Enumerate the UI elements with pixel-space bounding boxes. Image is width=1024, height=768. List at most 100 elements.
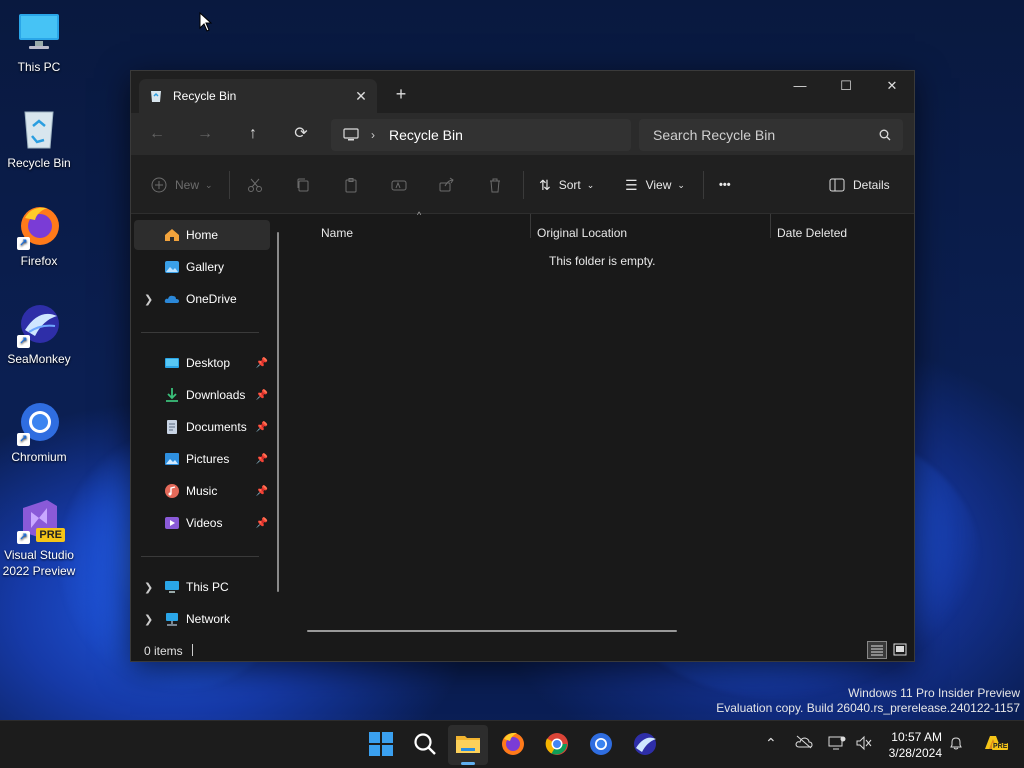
address-bar[interactable]: › Recycle Bin — [331, 119, 631, 151]
pin-icon[interactable]: 📌 — [256, 454, 268, 465]
breadcrumb-chevron-icon[interactable]: › — [371, 128, 375, 142]
sidebar-divider — [141, 556, 259, 557]
close-button[interactable]: ✕ — [869, 71, 915, 101]
notifications-button[interactable] — [948, 735, 964, 754]
desktop-icon-label-line2: 2022 Preview — [2, 564, 76, 578]
search-icon — [879, 129, 891, 141]
pin-icon[interactable]: 📌 — [256, 422, 268, 433]
tab-title: Recycle Bin — [173, 89, 237, 103]
up-button[interactable]: ↑ — [239, 121, 267, 147]
start-button[interactable] — [368, 731, 394, 757]
taskbar: ⌃ 10:57 AM 3/28/2024 PRE — [0, 720, 1024, 768]
gallery-icon — [165, 261, 179, 273]
folder-icon — [456, 736, 480, 753]
explorer-body: Home Gallery ❯ OneDrive Desktop 📌 Downlo… — [131, 210, 916, 644]
copilot-button[interactable]: PRE — [982, 733, 1009, 756]
desktop-icon-firefox[interactable]: ↗ Firefox — [0, 204, 78, 268]
recycle-bin-icon — [151, 91, 161, 102]
item-count: 0 items — [144, 644, 183, 658]
details-pane-button[interactable]: Details — [829, 172, 890, 198]
show-hidden-icons-button[interactable]: ⌃ — [765, 735, 777, 752]
sidebar-item-videos[interactable]: Videos 📌 — [134, 508, 270, 538]
copy-button[interactable] — [295, 172, 311, 198]
sidebar-item-pictures[interactable]: Pictures 📌 — [134, 444, 270, 474]
copy-icon — [297, 178, 309, 192]
view-button[interactable]: ☰ View ⌄ — [625, 172, 685, 198]
taskbar-file-explorer[interactable] — [455, 731, 481, 757]
paste-button[interactable] — [343, 172, 359, 198]
watermark-line2: Evaluation copy. Build 26040.rs_prerelea… — [716, 701, 1020, 715]
new-tab-button[interactable]: + — [389, 83, 413, 107]
rename-icon — [391, 180, 407, 191]
breadcrumb-location[interactable]: Recycle Bin — [389, 127, 463, 143]
details-view-button[interactable] — [867, 641, 887, 659]
desktop-icon-label: This PC — [17, 60, 61, 74]
column-divider[interactable] — [530, 214, 531, 238]
maximize-button[interactable]: ☐ — [823, 71, 869, 101]
shortcut-arrow-icon: ↗ — [17, 433, 30, 446]
sidebar-divider — [141, 332, 259, 333]
network-tray-icon[interactable] — [828, 735, 846, 754]
tab-close-button[interactable]: ✕ — [351, 88, 371, 105]
new-button[interactable]: New ⌄ — [151, 172, 213, 198]
search-input[interactable]: Search Recycle Bin — [639, 119, 903, 151]
cut-button[interactable] — [247, 172, 263, 198]
back-button[interactable]: ← — [143, 121, 171, 147]
pin-icon[interactable]: 📌 — [256, 390, 268, 401]
column-divider[interactable] — [770, 214, 771, 238]
more-options-button[interactable]: ••• — [719, 172, 731, 198]
search-button[interactable] — [412, 731, 438, 757]
status-bar: 0 items — [131, 641, 916, 663]
taskbar-firefox[interactable] — [500, 731, 526, 757]
desktop-icon-seamonkey[interactable]: ↗ SeaMonkey — [0, 302, 78, 366]
sidebar-item-music[interactable]: Music 📌 — [134, 476, 270, 506]
navigation-pane: Home Gallery ❯ OneDrive Desktop 📌 Downlo… — [131, 214, 281, 644]
sort-button[interactable]: ⇅ Sort ⌄ — [539, 172, 594, 198]
share-button[interactable] — [439, 172, 455, 198]
pin-icon[interactable]: 📌 — [256, 358, 268, 369]
desktop-icon-chromium[interactable]: ↗ Chromium — [0, 400, 78, 464]
refresh-button[interactable]: ⟳ — [287, 121, 315, 147]
sidebar-item-onedrive[interactable]: ❯ OneDrive — [134, 284, 270, 314]
shortcut-arrow-icon: ↗ — [17, 531, 30, 544]
rename-button[interactable] — [391, 172, 407, 198]
delete-button[interactable] — [487, 172, 503, 198]
sidebar-item-network[interactable]: ❯ Network — [134, 604, 270, 634]
pin-icon[interactable]: 📌 — [256, 518, 268, 529]
onedrive-tray-icon[interactable] — [795, 735, 813, 752]
chevron-down-icon: ⌄ — [677, 179, 685, 190]
chevron-right-icon[interactable]: ❯ — [144, 293, 153, 306]
chevron-right-icon[interactable]: ❯ — [144, 581, 153, 594]
firefox-icon: ↗ — [17, 204, 61, 250]
sidebar-scrollbar[interactable] — [277, 232, 279, 592]
system-clock[interactable]: 10:57 AM 3/28/2024 — [880, 729, 942, 761]
desktop-icon-recycle-bin[interactable]: Recycle Bin — [0, 106, 78, 170]
desktop-icon-visual-studio[interactable]: PRE ↗ Visual Studio 2022 Preview — [0, 498, 78, 578]
chevron-down-icon: ⌄ — [586, 179, 595, 190]
volume-tray-icon[interactable] — [855, 735, 873, 754]
tab-recycle-bin[interactable]: Recycle Bin ✕ — [139, 79, 377, 113]
forward-button[interactable]: → — [191, 121, 219, 147]
desktop-icon-this-pc[interactable]: This PC — [0, 10, 78, 74]
chevron-right-icon[interactable]: ❯ — [144, 613, 153, 626]
column-header-name[interactable]: Name — [321, 226, 353, 240]
sidebar-item-this-pc[interactable]: ❯ This PC — [134, 572, 270, 602]
sidebar-item-downloads[interactable]: Downloads 📌 — [134, 380, 270, 410]
sidebar-item-documents[interactable]: Documents 📌 — [134, 412, 270, 442]
pin-icon[interactable]: 📌 — [256, 486, 268, 497]
horizontal-scrollbar[interactable] — [307, 630, 677, 632]
taskbar-chromium[interactable] — [588, 731, 614, 757]
sidebar-item-home[interactable]: Home — [134, 220, 270, 250]
column-header-date-deleted[interactable]: Date Deleted — [777, 226, 847, 240]
sidebar-item-desktop[interactable]: Desktop 📌 — [134, 348, 270, 378]
taskbar-chrome[interactable] — [544, 731, 570, 757]
taskbar-seamonkey[interactable] — [632, 731, 658, 757]
details-view-icon — [871, 645, 883, 656]
minimize-button[interactable]: — — [777, 71, 823, 101]
sidebar-item-gallery[interactable]: Gallery — [134, 252, 270, 282]
column-header-original-location[interactable]: Original Location — [537, 226, 627, 240]
tiles-view-button[interactable] — [891, 641, 909, 659]
clock-time: 10:57 AM — [891, 730, 942, 744]
sort-icon: ⇅ — [539, 176, 551, 193]
list-view-icon: ☰ — [625, 176, 638, 193]
